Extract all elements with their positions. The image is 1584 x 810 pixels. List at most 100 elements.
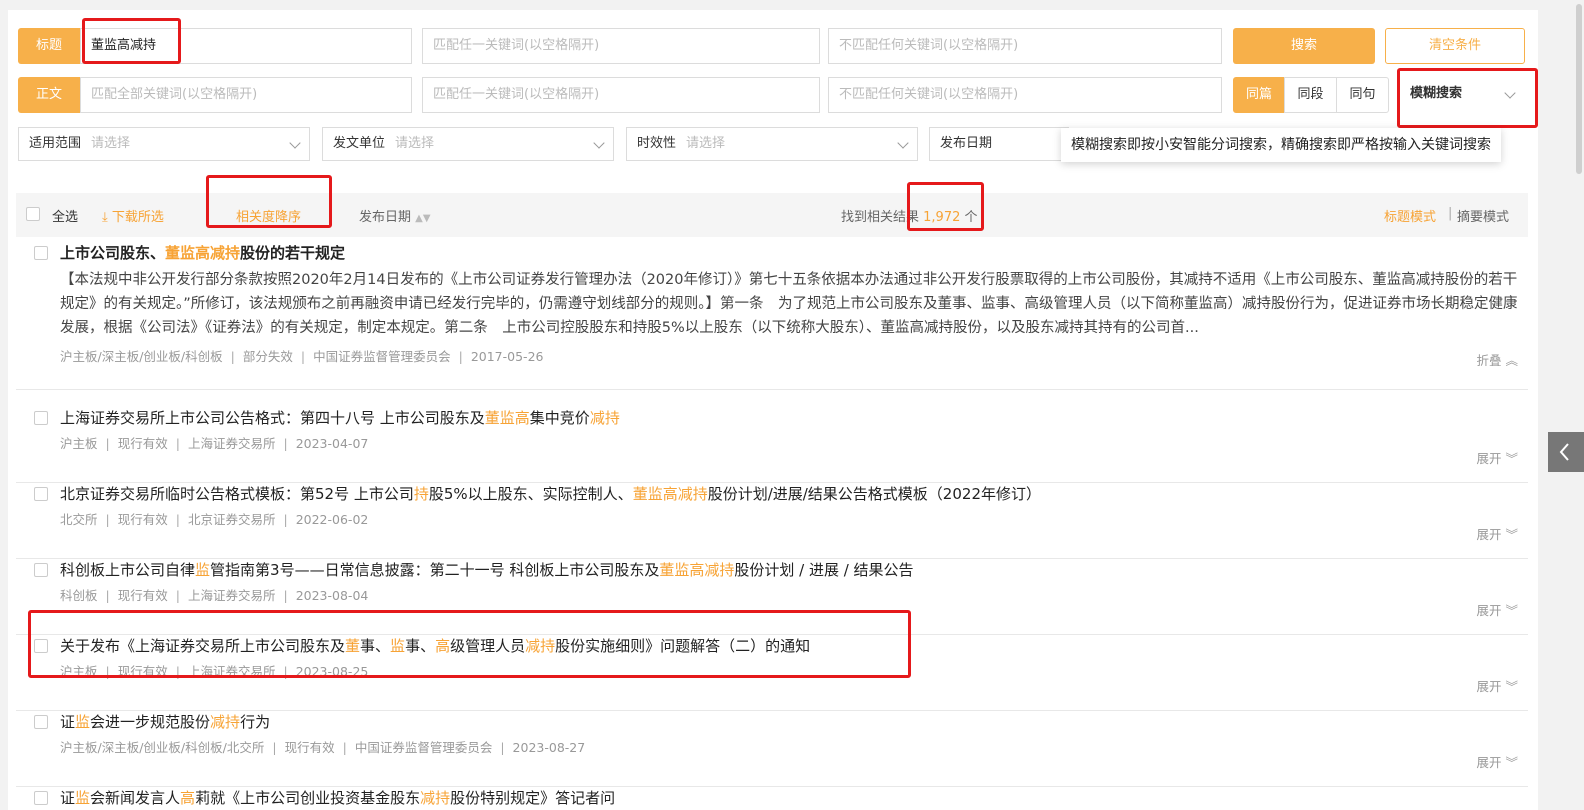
- result-meta: 科创板 | 现行有效 | 上海证券交易所 | 2023-08-04: [60, 585, 368, 604]
- title-text: 会新闻发言人: [90, 789, 181, 807]
- expand-toggle[interactable]: 展开 ︾: [1477, 600, 1519, 619]
- result-meta: 沪主板 | 现行有效 | 上海证券交易所 | 2023-08-25: [60, 661, 368, 680]
- result-title[interactable]: 科创板上市公司自律监管指南第3号——日常信息披露：第二十一号 科创板上市公司股东…: [60, 559, 914, 580]
- result-checkbox[interactable]: [34, 715, 48, 729]
- chevron-down-icon: ︾: [1501, 755, 1518, 770]
- result-item[interactable]: 科创板上市公司自律监管指南第3号——日常信息披露：第二十一号 科创板上市公司股东…: [16, 559, 1528, 635]
- scope-same-sentence[interactable]: 同句: [1336, 77, 1389, 113]
- result-checkbox[interactable]: [34, 411, 48, 425]
- body-any-keyword-input[interactable]: 匹配任一关键词(以空格隔开): [422, 77, 820, 113]
- meta-separator: |: [458, 349, 463, 364]
- meta-value: 北交所: [60, 512, 98, 527]
- scrollbar-thumb[interactable]: [1576, 4, 1582, 174]
- meta-value: 2023-08-04: [295, 588, 369, 603]
- search-button[interactable]: 搜索: [1233, 28, 1375, 64]
- result-item[interactable]: 上市公司股东、董监高减持股份的若干规定 【本法规中非公开发行部分条款按照2020年…: [16, 242, 1528, 390]
- title-text: 上海证券交易所上市公司公告格式：第四十八号 上市公司股东及: [60, 409, 485, 427]
- download-selected-button[interactable]: ⤓ 下载所选: [102, 206, 164, 225]
- meta-value: 现行有效: [117, 588, 168, 603]
- validity-filter-select[interactable]: 时效性 请选择: [626, 127, 918, 161]
- keyword-highlight: 董监高减持: [659, 561, 735, 579]
- meta-separator: |: [105, 436, 110, 451]
- chevron-down-icon: ︾: [1501, 527, 1518, 542]
- date-filter-select[interactable]: 发布日期: [929, 127, 1069, 161]
- meta-separator: |: [105, 512, 110, 527]
- result-item[interactable]: 证监会新闻发言人高莉就《上市公司创业投资基金股东减持股份特别规定》答记者问: [16, 787, 1528, 810]
- keyword-highlight: 减持: [420, 789, 451, 807]
- keyword-highlight: 董监高减持: [165, 244, 241, 262]
- meta-separator: |: [175, 664, 180, 679]
- keyword-highlight: 监: [195, 561, 211, 579]
- summary-mode-button[interactable]: 摘要模式: [1457, 206, 1509, 225]
- clear-conditions-button[interactable]: 清空条件: [1385, 28, 1525, 64]
- result-title[interactable]: 关于发布《上海证券交易所上市公司股东及董事、监事、高级管理人员减持股份实施细则》…: [60, 635, 810, 656]
- sort-arrows-icon: ▲▼: [415, 213, 431, 224]
- result-title[interactable]: 上海证券交易所上市公司公告格式：第四十八号 上市公司股东及董监高集中竞价减持: [60, 407, 620, 428]
- title-mode-button[interactable]: 标题模式: [1384, 206, 1436, 225]
- expand-toggle[interactable]: 展开 ︾: [1477, 524, 1519, 543]
- meta-value: 部分失效: [242, 349, 293, 364]
- keyword-highlight: 减持: [210, 713, 241, 731]
- title-text: 管指南第3号——日常信息披露：第二十一号 科创板上市公司股东及: [210, 561, 660, 579]
- toggle-label: 展开: [1476, 603, 1502, 618]
- sort-relevance-button[interactable]: 相关度降序: [236, 206, 301, 225]
- result-title[interactable]: 证监会新闻发言人高莉就《上市公司创业投资基金股东减持股份特别规定》答记者问: [60, 787, 615, 808]
- result-title[interactable]: 上市公司股东、董监高减持股份的若干规定: [60, 242, 345, 263]
- result-checkbox[interactable]: [34, 791, 48, 805]
- chevron-down-icon: [1504, 87, 1516, 99]
- result-count-text: 找到相关结果 1,972 个: [841, 206, 978, 225]
- title-text: 关于发布《上海证券交易所上市公司股东及: [60, 637, 346, 655]
- title-keyword-input[interactable]: 董监高减持: [80, 28, 412, 64]
- chevron-down-icon: [593, 137, 605, 149]
- body-all-keyword-input[interactable]: 匹配全部关键词(以空格隔开): [80, 77, 412, 113]
- result-count-suffix: 个: [964, 210, 978, 225]
- keyword-highlight: 持: [413, 485, 429, 503]
- title-text: 证: [60, 713, 76, 731]
- result-item[interactable]: 北京证券交易所临时公告格式模板：第52号 上市公司持股5%以上股东、实际控制人、…: [16, 483, 1528, 559]
- keyword-highlight: 董监高: [484, 409, 530, 427]
- scope-filter-select[interactable]: 适用范围 请选择: [18, 127, 310, 161]
- side-panel-toggle[interactable]: [1548, 432, 1584, 472]
- keyword-highlight: 监: [75, 789, 91, 807]
- sort-date-button[interactable]: 发布日期 ▲▼: [359, 206, 431, 225]
- meta-value: 上海证券交易所: [187, 664, 276, 679]
- result-checkbox[interactable]: [34, 246, 48, 260]
- keyword-highlight: 高: [180, 789, 196, 807]
- title-any-keyword-input[interactable]: 匹配任一关键词(以空格隔开): [422, 28, 820, 64]
- body-exclude-keyword-input[interactable]: 不匹配任何关键词(以空格隔开): [828, 77, 1222, 113]
- scrollbar[interactable]: [1574, 0, 1584, 810]
- result-checkbox[interactable]: [34, 639, 48, 653]
- result-checkbox[interactable]: [34, 487, 48, 501]
- title-text: 证: [60, 789, 76, 807]
- title-label: 标题: [18, 28, 80, 64]
- title-text: 股份特别规定》答记者问: [450, 789, 616, 807]
- scope-same-article[interactable]: 同篇: [1233, 77, 1285, 113]
- scope-filter-placeholder: 请选择: [91, 136, 131, 151]
- collapse-toggle[interactable]: 折叠 ︽: [1477, 350, 1519, 369]
- expand-toggle[interactable]: 展开 ︾: [1477, 676, 1519, 695]
- result-meta: 北交所 | 现行有效 | 北京证券交易所 | 2022-06-02: [60, 509, 368, 528]
- result-item[interactable]: 关于发布《上海证券交易所上市公司股东及董事、监事、高级管理人员减持股份实施细则》…: [16, 635, 1528, 711]
- expand-toggle[interactable]: 展开 ︾: [1477, 448, 1519, 467]
- meta-value: 2017-05-26: [470, 349, 544, 364]
- result-checkbox[interactable]: [34, 563, 48, 577]
- result-item[interactable]: 证监会进一步规范股份减持行为 沪主板/深主板/创业板/科创板/北交所 | 现行有效 | 中…: [16, 711, 1528, 787]
- meta-value: 现行有效: [117, 664, 168, 679]
- meta-value: 2023-08-25: [295, 664, 369, 679]
- issuer-filter-placeholder: 请选择: [395, 136, 435, 151]
- chevron-down-icon: ︾: [1501, 679, 1518, 694]
- meta-value: 现行有效: [284, 740, 335, 755]
- title-exclude-keyword-input[interactable]: 不匹配任何关键词(以空格隔开): [828, 28, 1222, 64]
- result-title[interactable]: 证监会进一步规范股份减持行为: [60, 711, 270, 732]
- issuer-filter-select[interactable]: 发文单位 请选择: [322, 127, 614, 161]
- meta-value: 2023-04-07: [295, 436, 369, 451]
- expand-toggle[interactable]: 展开 ︾: [1477, 752, 1519, 771]
- scope-filter-label: 适用范围: [29, 136, 82, 151]
- result-item[interactable]: 上海证券交易所上市公司公告格式：第四十八号 上市公司股东及董监高集中竞价减持 沪主…: [16, 407, 1528, 483]
- scope-same-paragraph[interactable]: 同段: [1284, 77, 1337, 113]
- issuer-filter-label: 发文单位: [333, 136, 386, 151]
- select-all-label: 全选: [52, 210, 79, 225]
- result-title[interactable]: 北京证券交易所临时公告格式模板：第52号 上市公司持股5%以上股东、实际控制人、…: [60, 483, 1041, 504]
- search-mode-select[interactable]: 模糊搜索: [1400, 78, 1524, 112]
- select-all-checkbox[interactable]: [26, 207, 40, 221]
